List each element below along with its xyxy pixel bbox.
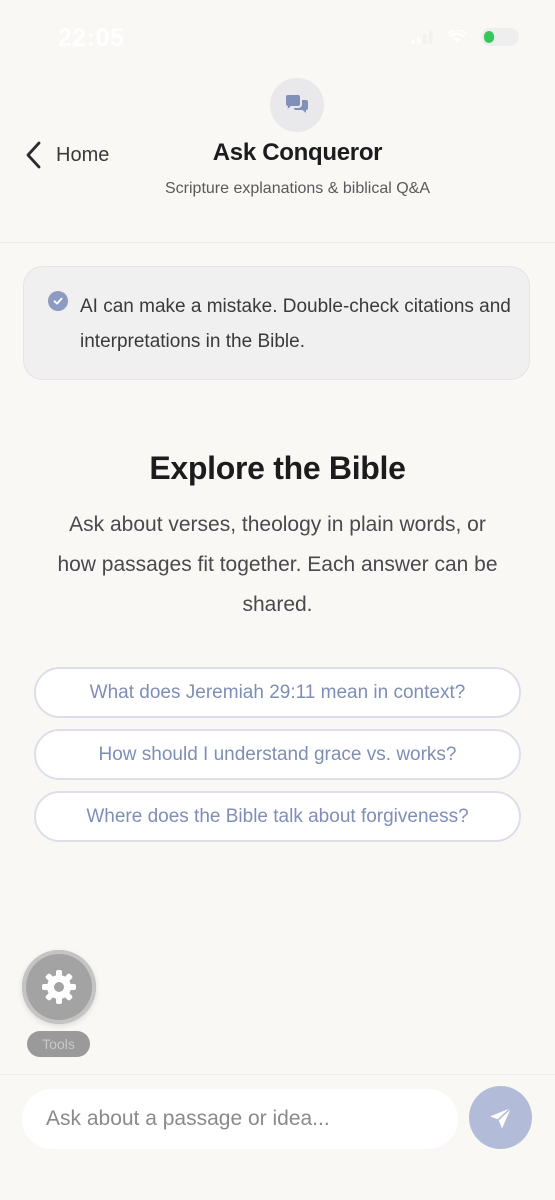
page-title: Ask Conqueror	[212, 139, 383, 166]
tools-label: Tools	[27, 1031, 90, 1057]
gear-icon	[42, 970, 76, 1004]
explore-title: Explore the Bible	[149, 450, 406, 486]
disclaimer-text: AI can make a mistake. Double-check cita…	[80, 296, 511, 352]
send-button[interactable]	[469, 1086, 532, 1149]
explore-description: Ask about verses, theology in plain word…	[57, 513, 498, 616]
chat-bubbles-badge	[270, 78, 324, 132]
battery-level	[484, 31, 494, 43]
header-divider	[0, 242, 555, 243]
battery-icon	[481, 28, 519, 46]
ai-disclaimer-card: AI can make a mistake. Double-check cita…	[23, 266, 530, 380]
wifi-icon	[447, 30, 467, 43]
chat-bubbles-icon	[286, 95, 308, 113]
status-time: 22:05	[58, 24, 125, 52]
ask-conqueror-screen: 22:05 Home Ask Conqueror Scripture expla…	[0, 0, 555, 1200]
tools-button[interactable]	[22, 950, 96, 1024]
status-icons	[411, 28, 519, 46]
status-bar: 22:05	[0, 0, 555, 70]
suggestion-chip[interactable]: What does Jeremiah 29:11 mean in context…	[34, 667, 521, 718]
message-input[interactable]	[22, 1089, 458, 1149]
suggestion-chip[interactable]: Where does the Bible talk about forgiven…	[34, 791, 521, 842]
suggestion-list: What does Jeremiah 29:11 mean in context…	[34, 667, 521, 853]
page-subtitle: Scripture explanations & biblical Q&A	[164, 180, 431, 197]
cellular-signal-icon	[411, 31, 433, 44]
composer-divider	[0, 1074, 555, 1075]
paper-plane-icon	[489, 1106, 512, 1128]
suggestion-chip[interactable]: How should I understand grace vs. works?	[34, 729, 521, 780]
check-circle-icon	[48, 291, 68, 311]
